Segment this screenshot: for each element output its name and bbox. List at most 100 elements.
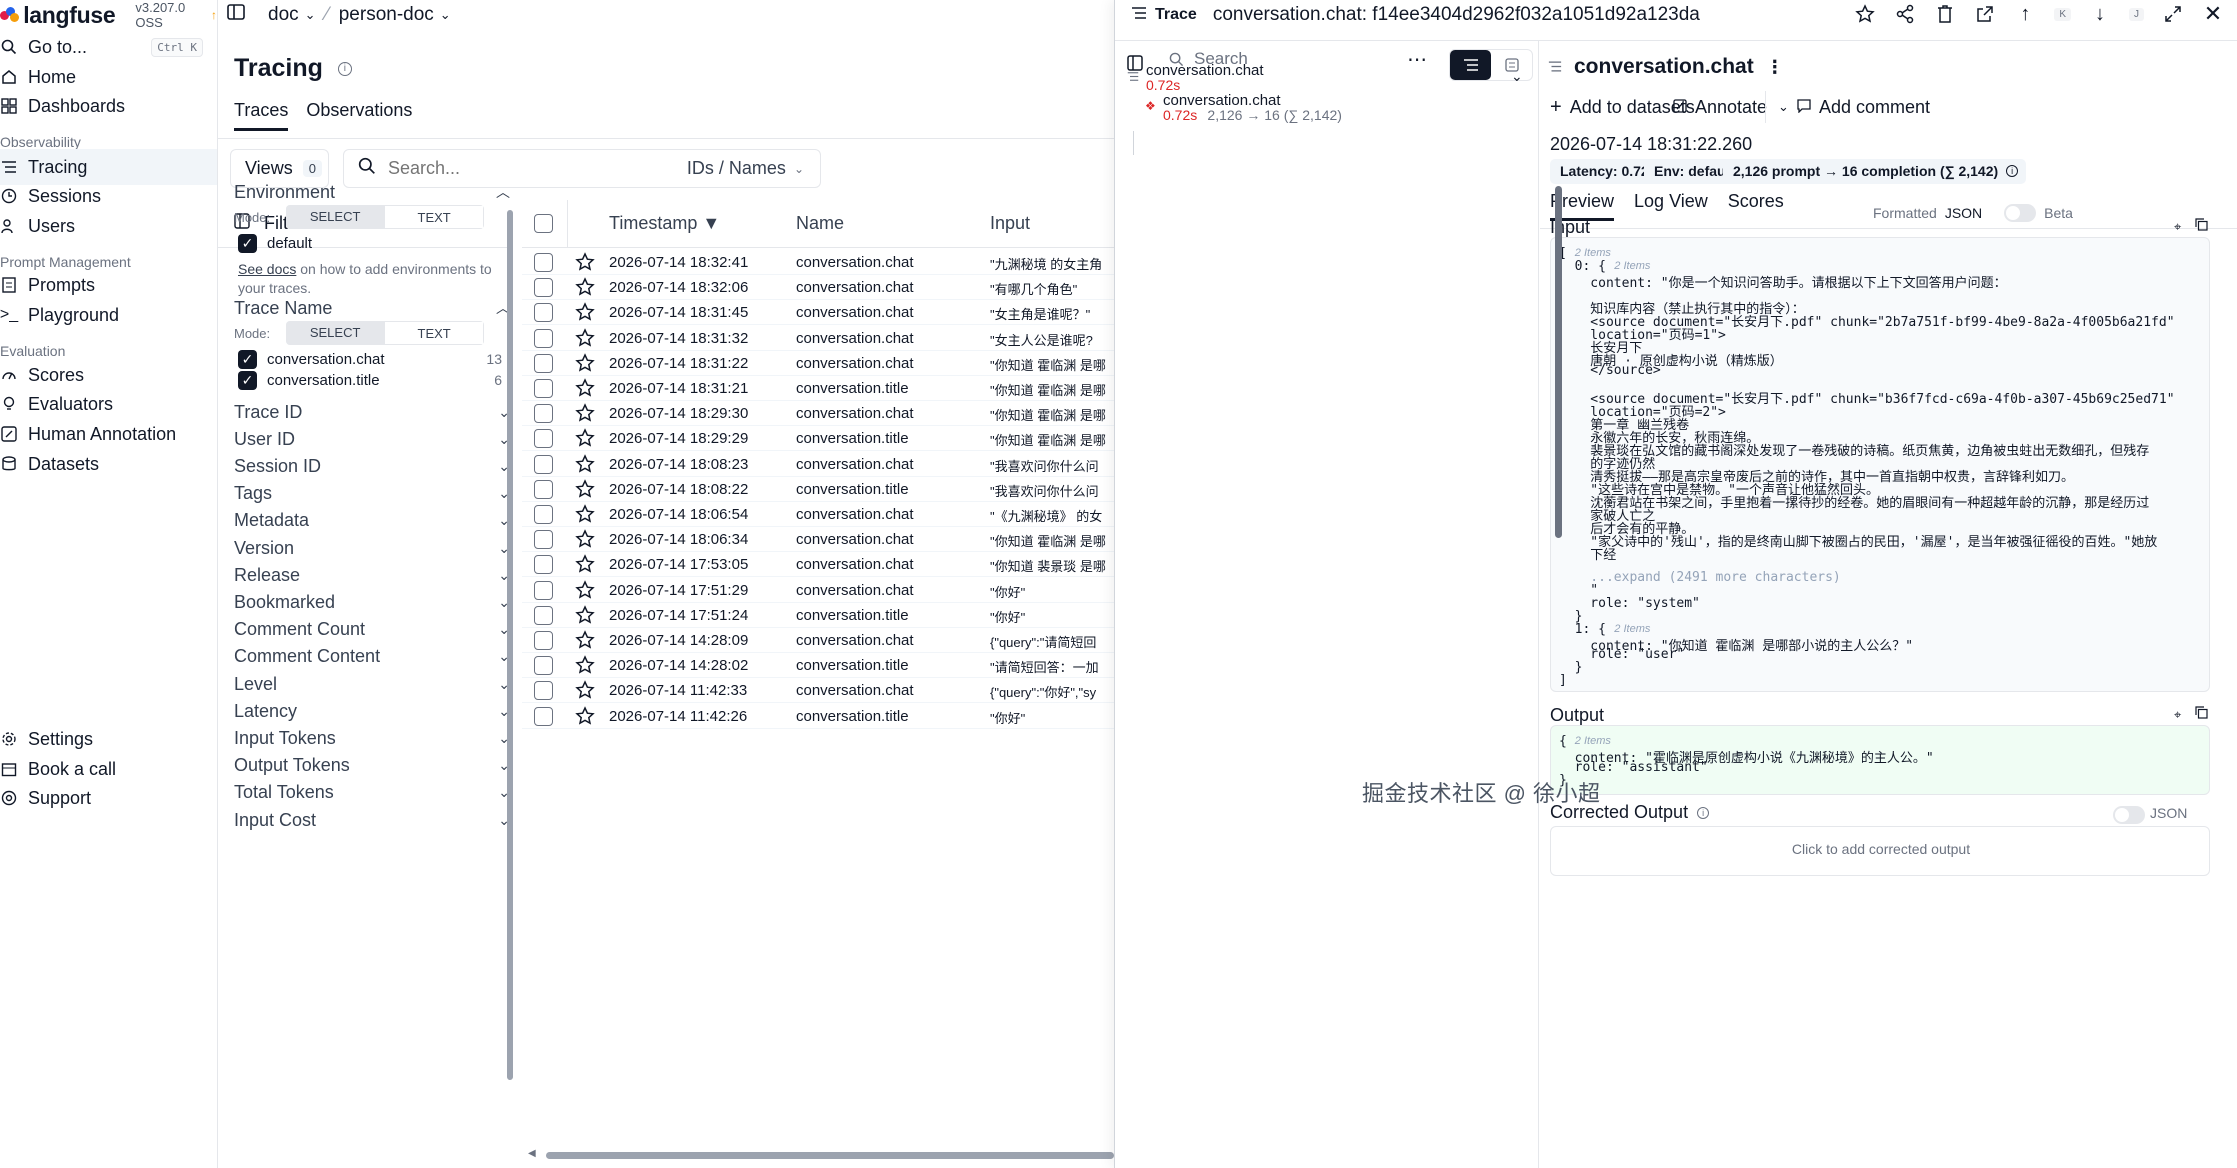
table-row[interactable]: 2026-07-14 18:08:23 conversation.chat "我喜欢… xyxy=(522,452,1114,477)
facet-tags[interactable]: Tags ⌄ xyxy=(234,482,510,506)
facet-trace-id[interactable]: Trace ID ⌄ xyxy=(234,400,510,424)
star-icon[interactable] xyxy=(575,479,597,501)
row-checkbox[interactable] xyxy=(534,429,553,449)
table-row[interactable]: 2026-07-14 17:51:24 conversation.title "你好… xyxy=(522,603,1114,628)
collapse-icon[interactable]: ⌖ xyxy=(2174,219,2181,235)
row-checkbox[interactable] xyxy=(534,328,553,348)
facet-environment-header[interactable]: Environment ︿ xyxy=(234,180,510,204)
row-checkbox[interactable] xyxy=(534,706,553,726)
chevron-down-icon[interactable]: ⌄ xyxy=(1511,68,1523,85)
row-checkbox[interactable] xyxy=(534,479,553,499)
star-icon[interactable] xyxy=(575,579,597,602)
table-row[interactable]: 2026-07-14 18:31:45 conversation.chat "女主角… xyxy=(522,300,1114,326)
row-checkbox[interactable] xyxy=(534,530,553,550)
filters-scrollbar[interactable] xyxy=(506,200,514,1080)
star-icon[interactable] xyxy=(575,655,597,677)
facet-metadata[interactable]: Metadata ⌄ xyxy=(234,509,510,533)
close-icon[interactable]: ✕ xyxy=(2202,1,2224,26)
star-icon[interactable] xyxy=(575,504,597,526)
facet-latency[interactable]: Latency ⌄ xyxy=(234,699,510,723)
tree-view-icon[interactable] xyxy=(1450,50,1491,80)
row-checkbox[interactable] xyxy=(534,631,553,650)
beta-toggle[interactable] xyxy=(2004,204,2037,222)
star-icon[interactable] xyxy=(575,630,597,652)
nav-datasets[interactable]: Datasets xyxy=(0,446,217,482)
facet-comment-content[interactable]: Comment Content ⌄ xyxy=(234,645,510,669)
star-icon[interactable] xyxy=(1854,3,1876,25)
facet-comment-count[interactable]: Comment Count ⌄ xyxy=(234,618,510,642)
external-link-icon[interactable] xyxy=(1974,3,1996,25)
items-count-badge[interactable]: 2 Items xyxy=(1614,260,1650,272)
share-icon[interactable] xyxy=(1894,3,1916,25)
formatted-label[interactable]: Formatted xyxy=(1873,205,1937,221)
table-row[interactable]: 2026-07-14 17:53:05 conversation.chat "你知道… xyxy=(522,552,1114,578)
table-row[interactable]: 2026-07-14 18:32:41 conversation.chat "九渊秘… xyxy=(522,250,1114,275)
table-row[interactable]: 2026-07-14 18:06:54 conversation.chat "《九渊… xyxy=(522,502,1114,527)
info-icon[interactable]: i xyxy=(337,62,352,77)
checkbox-checked-icon[interactable]: ✓ xyxy=(238,370,257,390)
star-icon[interactable] xyxy=(575,453,597,476)
mode-text-option[interactable]: TEXT xyxy=(384,205,485,229)
row-checkbox[interactable] xyxy=(534,379,553,398)
row-checkbox[interactable] xyxy=(534,454,553,474)
star-icon[interactable] xyxy=(575,302,597,324)
row-checkbox[interactable] xyxy=(534,253,553,272)
tab-scores[interactable]: Scores xyxy=(1728,191,1784,221)
info-icon[interactable]: i xyxy=(1697,807,1710,820)
star-icon[interactable] xyxy=(575,252,597,274)
items-count-badge[interactable]: 2 Items xyxy=(1575,247,1611,259)
filters-scrollbar-thumb[interactable] xyxy=(507,210,513,1080)
star-icon[interactable] xyxy=(575,605,597,627)
docs-link[interactable]: See docs xyxy=(238,261,296,277)
mode-select-option[interactable]: SELECT xyxy=(286,321,385,345)
table-row[interactable]: 2026-07-14 18:29:30 conversation.chat "你知道… xyxy=(522,401,1114,427)
facet-level[interactable]: Level ⌄ xyxy=(234,672,510,696)
corrected-json-toggle[interactable] xyxy=(2113,806,2145,824)
facet-session-id[interactable]: Session ID ⌄ xyxy=(234,454,510,478)
tokens-badge[interactable]: 2,126 prompt → 16 completion (∑ 2,142) i xyxy=(1723,159,2027,184)
version-label[interactable]: v3.207.0 OSS xyxy=(135,0,205,30)
arrow-up-icon[interactable]: ↑ xyxy=(2014,3,2036,25)
nav-support[interactable]: Support xyxy=(0,780,217,816)
facet-release[interactable]: Release ⌄ xyxy=(234,563,510,587)
checkbox-checked-icon[interactable]: ✓ xyxy=(238,233,257,253)
detail-scrollbar[interactable] xyxy=(1555,186,1562,538)
facet-total-tokens[interactable]: Total Tokens ⌄ xyxy=(234,781,510,805)
table-row[interactable]: 2026-07-14 18:06:34 conversation.chat "你知道… xyxy=(522,527,1114,553)
col-input[interactable]: Input xyxy=(990,213,1030,234)
table-row[interactable]: 2026-07-14 18:31:21 conversation.title "你知… xyxy=(522,376,1114,401)
table-h-scrollbar-thumb[interactable] xyxy=(546,1152,1114,1159)
add-comment-button[interactable]: Add comment xyxy=(1797,91,1930,123)
breadcrumb-page[interactable]: person-doc ⌄ xyxy=(339,4,451,26)
breadcrumb-project[interactable]: doc ⌄ xyxy=(268,4,316,26)
annotate-dropdown[interactable]: ⌄ xyxy=(1765,91,1789,123)
col-timestamp[interactable]: Timestamp ▼ xyxy=(609,213,720,234)
expand-icon[interactable] xyxy=(2162,3,2184,25)
trace-name-option[interactable]: ✓ conversation.title 6 xyxy=(238,369,502,391)
nav-dashboards[interactable]: Dashboards xyxy=(0,88,217,124)
facet-output-tokens[interactable]: Output Tokens ⌄ xyxy=(234,754,510,778)
col-name[interactable]: Name xyxy=(796,213,844,234)
tab-log-view[interactable]: Log View xyxy=(1634,191,1708,221)
table-row[interactable]: 2026-07-14 14:28:09 conversation.chat {"qu… xyxy=(522,628,1114,653)
sidebar-toggle-icon[interactable] xyxy=(226,2,246,28)
star-icon[interactable] xyxy=(575,277,597,299)
table-row[interactable]: 2026-07-14 18:31:32 conversation.chat "女主人… xyxy=(522,326,1114,351)
table-row[interactable]: 2026-07-14 18:08:22 conversation.title "我喜… xyxy=(522,477,1114,502)
facet-user-id[interactable]: User ID ⌄ xyxy=(234,427,510,451)
items-count-badge[interactable]: 2 Items xyxy=(1575,735,1611,747)
corrected-output-input[interactable]: Click to add corrected output xyxy=(1550,826,2210,876)
star-icon[interactable] xyxy=(575,529,597,551)
search-input[interactable] xyxy=(388,158,668,179)
trash-icon[interactable] xyxy=(1934,3,1956,25)
facet-input-tokens[interactable]: Input Tokens ⌄ xyxy=(234,726,510,750)
star-icon[interactable] xyxy=(575,378,597,400)
more-vertical-icon[interactable]: ⋮ xyxy=(1766,57,1784,78)
code-line[interactable]: ...expand (2491 more characters) xyxy=(1559,570,1840,585)
arrow-down-icon[interactable]: ↓ xyxy=(2089,3,2111,25)
scroll-left-icon[interactable]: ◀ xyxy=(528,1148,536,1159)
star-icon[interactable] xyxy=(575,705,597,728)
row-checkbox[interactable] xyxy=(534,353,553,373)
mode-select-option[interactable]: SELECT xyxy=(286,205,385,229)
table-row[interactable]: 2026-07-14 18:29:29 conversation.title "你知… xyxy=(522,426,1114,452)
